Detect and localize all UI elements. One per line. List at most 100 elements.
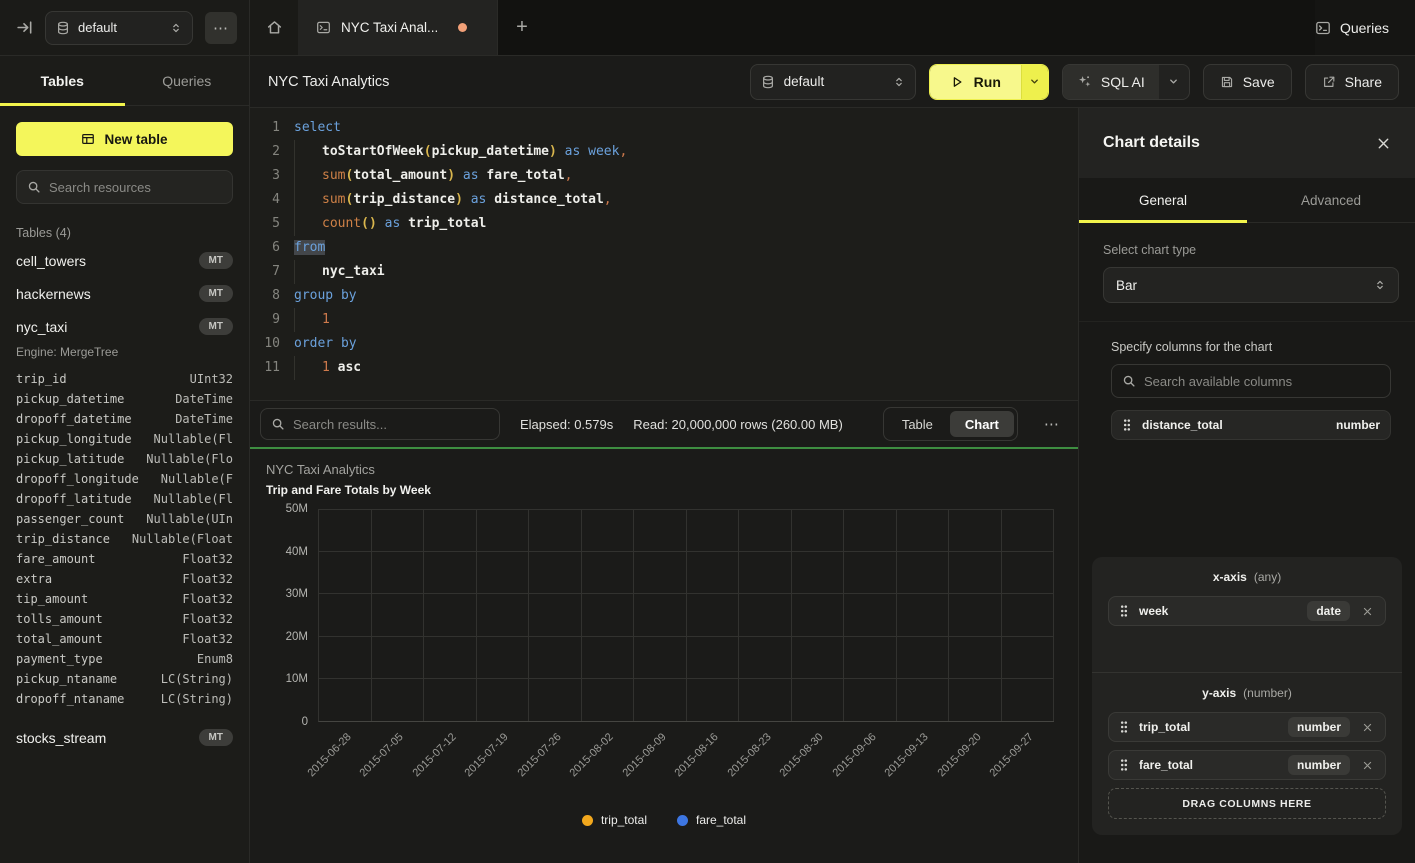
x-axis-title: x-axis [1213, 570, 1247, 584]
run-database-selector[interactable]: default [750, 64, 916, 100]
query-controls: default Run [750, 64, 1399, 100]
chip-remove-button[interactable] [1360, 720, 1375, 735]
tab-queries[interactable]: Queries [125, 56, 250, 105]
plot-column [1002, 510, 1055, 721]
topbar-left: default ⋯ [0, 0, 250, 55]
home-button[interactable] [250, 0, 298, 55]
chart-details-panel: Chart details General Advanced Select ch… [1078, 108, 1415, 863]
drag-handle-icon[interactable] [1119, 604, 1129, 618]
column-chip-fare_total[interactable]: fare_totalnumber [1108, 750, 1386, 780]
drag-handle-icon[interactable] [1122, 418, 1132, 432]
database-selector[interactable]: default [45, 11, 193, 45]
column-chip-trip_total[interactable]: trip_totalnumber [1108, 712, 1386, 742]
column-row[interactable]: dropoff_datetimeDateTime [16, 409, 233, 429]
view-table-button[interactable]: Table [887, 411, 948, 437]
column-row[interactable]: dropoff_ntanameLC(String) [16, 689, 233, 709]
results-search-input[interactable] [293, 417, 489, 432]
drag-handle-icon[interactable] [1119, 720, 1129, 734]
column-row[interactable]: trip_idUInt32 [16, 369, 233, 389]
sidebar-collapse-icon[interactable] [16, 19, 33, 36]
run-options-button[interactable] [1021, 65, 1048, 99]
column-row[interactable]: passenger_countNullable(UIn [16, 509, 233, 529]
line-number: 4 [250, 188, 294, 212]
column-row[interactable]: pickup_latitudeNullable(Flo [16, 449, 233, 469]
column-row[interactable]: tip_amountFloat32 [16, 589, 233, 609]
column-row[interactable]: extraFloat32 [16, 569, 233, 589]
updown-chevron-icon [170, 22, 182, 34]
sql-ai-button[interactable]: SQL AI [1063, 65, 1159, 99]
tab-advanced[interactable]: Advanced [1247, 178, 1415, 222]
queries-button-label: Queries [1340, 20, 1389, 36]
column-row[interactable]: tolls_amountFloat32 [16, 609, 233, 629]
column-chip-distance_total[interactable]: distance_totalnumber [1111, 410, 1391, 440]
column-type: Float32 [182, 629, 233, 649]
code-text: 1 asc [294, 356, 361, 380]
chip-type-badge: number [1288, 717, 1350, 737]
main-column: 1select2toStartOfWeek(pickup_datetime) a… [250, 108, 1078, 863]
run-button[interactable]: Run [930, 65, 1021, 99]
column-row[interactable]: pickup_ntanameLC(String) [16, 669, 233, 689]
chip-remove-button[interactable] [1360, 758, 1375, 773]
legend-item-fare_total[interactable]: fare_total [677, 813, 746, 827]
save-button[interactable]: Save [1203, 64, 1292, 100]
column-row[interactable]: total_amountFloat32 [16, 629, 233, 649]
run-button-label: Run [974, 74, 1001, 90]
y-axis-section: y-axis(number) trip_totalnumberfare_tota… [1092, 672, 1402, 835]
table-item-nyc-taxi[interactable]: nyc_taxi MT [16, 310, 233, 343]
tab-general[interactable]: General [1079, 178, 1247, 222]
sql-editor[interactable]: 1select2toStartOfWeek(pickup_datetime) a… [250, 108, 1078, 400]
columns-search-input[interactable] [1144, 374, 1380, 389]
table-item-stocks-stream[interactable]: stocks_stream MT [16, 721, 233, 754]
column-row[interactable]: trip_distanceNullable(Float [16, 529, 233, 549]
run-split-button: Run [929, 64, 1049, 100]
queries-button[interactable]: Queries [1315, 20, 1389, 36]
chip-type-badge: number [1336, 418, 1380, 432]
line-number: 11 [250, 356, 294, 380]
sql-ai-options-button[interactable] [1159, 65, 1189, 99]
legend-item-trip_total[interactable]: trip_total [582, 813, 647, 827]
sidebar-more-button[interactable]: ⋯ [205, 12, 237, 44]
table-item-hackernews[interactable]: hackernews MT [16, 277, 233, 310]
column-row[interactable]: fare_amountFloat32 [16, 549, 233, 569]
home-icon [266, 19, 283, 36]
chart-type-selector[interactable]: Bar [1103, 267, 1399, 303]
close-panel-button[interactable] [1376, 136, 1391, 151]
code-line: 3sum(total_amount) as fare_total, [250, 164, 1078, 188]
drag-handle-icon[interactable] [1119, 758, 1129, 772]
chart-subtitle: Trip and Fare Totals by Week [266, 483, 1054, 497]
x-axis-header: x-axis(any) [1108, 570, 1386, 584]
column-name: trip_id [16, 369, 67, 389]
share-button[interactable]: Share [1305, 64, 1399, 100]
column-row[interactable]: payment_typeEnum8 [16, 649, 233, 669]
line-number: 5 [250, 212, 294, 236]
column-row[interactable]: pickup_datetimeDateTime [16, 389, 233, 409]
column-row[interactable]: dropoff_latitudeNullable(Fl [16, 489, 233, 509]
table-item-cell-towers[interactable]: cell_towers MT [16, 244, 233, 277]
column-row[interactable]: pickup_longitudeNullable(Fl [16, 429, 233, 449]
drop-zone[interactable]: DRAG COLUMNS HERE [1108, 788, 1386, 819]
legend-label: trip_total [601, 813, 647, 827]
column-type: Float32 [182, 589, 233, 609]
new-tab-button[interactable]: + [498, 0, 546, 55]
chart-type-section: Select chart type Bar [1079, 223, 1415, 322]
engine-badge: MT [199, 729, 233, 746]
view-chart-button[interactable]: Chart [950, 411, 1014, 437]
new-table-button[interactable]: New table [16, 122, 233, 156]
engine-detail: Engine: MergeTree [16, 345, 233, 359]
column-type: Float32 [182, 549, 233, 569]
share-icon [1322, 75, 1336, 89]
save-button-label: Save [1243, 74, 1275, 90]
chip-name: week [1139, 604, 1297, 618]
chip-remove-button[interactable] [1360, 604, 1375, 619]
plot-column [792, 510, 845, 721]
tab-nyc-taxi-analytics[interactable]: NYC Taxi Anal... [298, 0, 498, 55]
resource-search-input[interactable] [49, 180, 222, 195]
column-chip-week[interactable]: weekdate [1108, 596, 1386, 626]
results-more-button[interactable]: ⋯ [1038, 411, 1066, 437]
share-button-label: Share [1345, 74, 1382, 90]
database-selector-value: default [78, 20, 162, 35]
column-row[interactable]: dropoff_longitudeNullable(F [16, 469, 233, 489]
tab-tables[interactable]: Tables [0, 56, 125, 105]
chart-title: NYC Taxi Analytics [266, 462, 1054, 477]
query-title: NYC Taxi Analytics [268, 74, 750, 90]
